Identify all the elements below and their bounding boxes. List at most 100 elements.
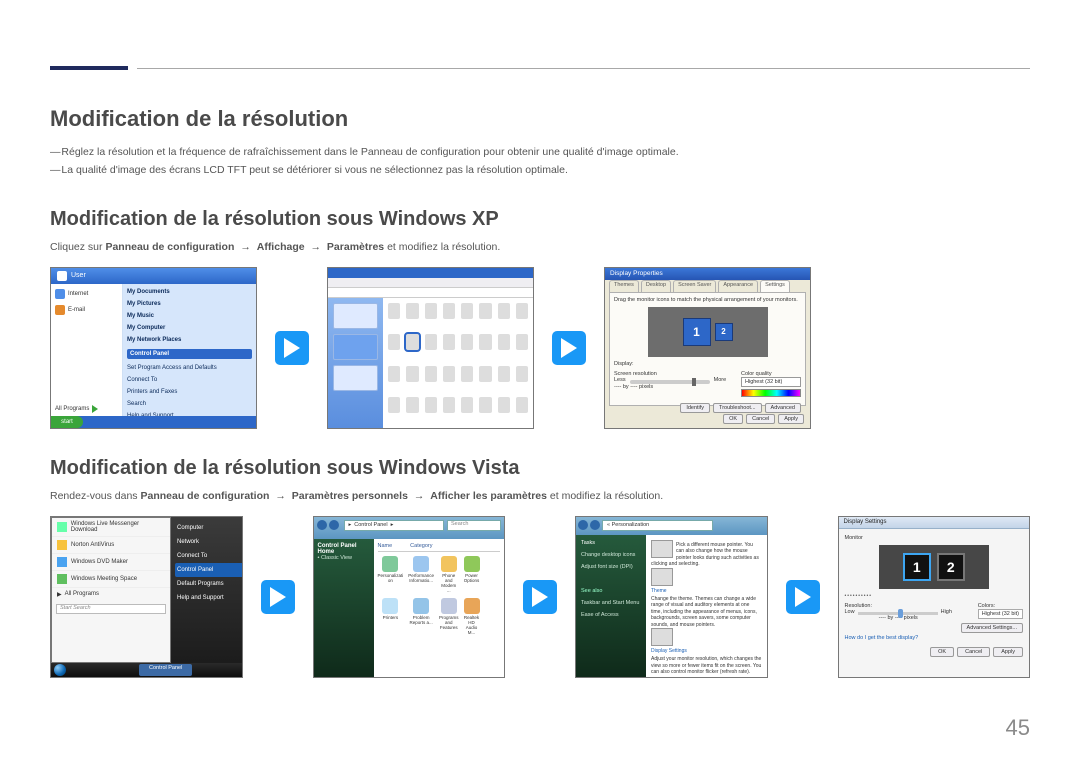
- ok-button: OK: [930, 647, 954, 657]
- header-rule: [137, 68, 1030, 69]
- dialog-title: Display Properties: [605, 268, 810, 280]
- dialog-title: Display Settings: [839, 517, 1030, 529]
- internet-item: Internet: [68, 291, 88, 297]
- see-also: See also: [581, 588, 641, 594]
- bold-parametres-personnels: Paramètres personnels: [292, 490, 408, 502]
- troubleshoot-button: Troubleshoot...: [713, 403, 761, 413]
- tab-screensaver: Screen Saver: [673, 280, 716, 292]
- personalization-icon: Personalizati on: [378, 573, 404, 583]
- arrow-right-icon: [552, 331, 586, 365]
- dvd-maker: Windows DVD Maker: [71, 559, 128, 565]
- color-dropdown: Highest (32 bit): [741, 377, 801, 387]
- screenshot-xp-control-panel: [327, 267, 534, 429]
- display-cp-icon: [406, 334, 418, 350]
- connect-to: Connect To: [127, 377, 252, 383]
- meeting-space: Windows Meeting Space: [71, 576, 137, 582]
- xp-screenshot-row: User Internet E-mail My Documents My Pic…: [50, 267, 1030, 429]
- drag-hint: Drag the monitor icons to match the phys…: [614, 297, 801, 303]
- text: Cliquez sur: [50, 241, 105, 253]
- bold-control-panel: Panneau de configuration: [140, 490, 269, 502]
- network: Network: [175, 535, 243, 549]
- taskbar-link: Taskbar and Start Menu: [581, 600, 641, 606]
- back-icon: [317, 520, 327, 530]
- search-box: Search: [447, 520, 501, 531]
- theme-desc: Change the theme. Themes can change a wi…: [651, 596, 762, 629]
- advanced-button: Advanced: [765, 403, 801, 413]
- monitor-2: 2: [715, 323, 733, 341]
- cancel-button: Cancel: [746, 414, 775, 424]
- connect-to: Connect To: [175, 549, 243, 563]
- norton: Norton AntiVirus: [71, 542, 114, 548]
- resolution-slider: [858, 612, 938, 615]
- control-panel-highlight: Control Panel: [127, 349, 252, 359]
- resolution-slider: [630, 380, 710, 384]
- monitor-preview: 1 2: [648, 307, 768, 357]
- search-item: Search: [127, 401, 252, 407]
- start-button: start: [51, 416, 83, 428]
- tasks-heading: Tasks: [581, 540, 641, 546]
- intro-line-1: Réglez la résolution et la fréquence de …: [50, 144, 1030, 162]
- fwd-icon: [329, 520, 339, 530]
- monitor-1: 1: [903, 553, 931, 581]
- display-label: Display:: [614, 361, 801, 367]
- start-orb-icon: [54, 664, 66, 676]
- tab-appearance: Appearance: [718, 280, 758, 292]
- monitor-preview: 1 2: [879, 545, 989, 589]
- my-computer: My Computer: [127, 325, 252, 331]
- text: et modifiez la résolution.: [550, 490, 663, 502]
- ease-link: Ease of Access: [581, 612, 641, 618]
- color-bar: [741, 389, 801, 397]
- arrow-icon: →: [311, 241, 322, 253]
- change-icons: Change desktop icons: [581, 552, 641, 558]
- default-programs: Default Programs: [175, 577, 243, 591]
- theme-link: Theme: [651, 588, 762, 594]
- all-programs: All Programs: [52, 588, 170, 601]
- display-settings-link: Display Settings: [651, 648, 762, 654]
- theme-icon: [651, 568, 673, 586]
- screenshot-vista-start-menu: Windows Live Messenger Download Norton A…: [50, 516, 243, 678]
- all-programs: All Programs: [55, 406, 89, 412]
- username: User: [71, 272, 86, 279]
- less-label: Less: [614, 377, 626, 383]
- set-program: Set Program Access and Defaults: [127, 365, 252, 371]
- bold-affichage: Affichage: [257, 241, 305, 253]
- arrow-icon: →: [275, 490, 286, 502]
- email-item: E-mail: [68, 307, 85, 313]
- pixels-text: ---- by ---- pixels: [614, 384, 726, 390]
- help-support: Help and Support: [175, 591, 243, 605]
- low-label: Low: [845, 609, 855, 615]
- arrow-icon: →: [240, 241, 251, 253]
- col-category: Category: [410, 543, 432, 549]
- triangle-icon: [92, 405, 98, 413]
- heading-main: Modification de la résolution: [50, 106, 1030, 132]
- start-search: Start Search: [56, 604, 166, 614]
- computer: Computer: [175, 521, 243, 535]
- display-icon: [651, 628, 673, 646]
- my-documents: My Documents: [127, 289, 252, 295]
- monitor-tab: Monitor: [845, 535, 1024, 541]
- vista-screenshot-row: Windows Live Messenger Download Norton A…: [50, 516, 1030, 678]
- arrow-right-icon: [523, 580, 557, 614]
- arrow-right-icon: [786, 580, 820, 614]
- printers-icon: Printers: [383, 615, 399, 620]
- phone-icon: Phone and Modem ...: [439, 573, 459, 593]
- screenshot-vista-control-panel: ▸Control Panel▸ Search Control Panel Hom…: [313, 516, 506, 678]
- xp-instructions: Cliquez sur Panneau de configuration → A…: [50, 241, 1030, 253]
- heading-xp: Modification de la résolution sous Windo…: [50, 208, 1030, 231]
- taskbar-control-panel: Control Panel: [139, 664, 192, 676]
- text: et modifiez la résolution.: [387, 241, 500, 253]
- live-messenger: Windows Live Messenger Download: [71, 521, 165, 533]
- tab-themes: Themes: [609, 280, 639, 292]
- cp-home: Control Panel Home: [318, 543, 357, 555]
- intro-line-2: La qualité d'image des écrans LCD TFT pe…: [50, 162, 1030, 180]
- performance-icon: Performance Informatio...: [408, 573, 434, 583]
- placeholder-dots: ••••••••••: [845, 593, 1024, 599]
- cancel-button: Cancel: [957, 647, 990, 657]
- breadcrumb: « Personalization: [602, 520, 713, 531]
- help-link: How do I get the best display?: [845, 635, 1024, 641]
- screenshot-xp-display-properties: Display Properties Themes Desktop Screen…: [604, 267, 811, 429]
- power-icon: Power Options: [464, 573, 480, 583]
- bold-parametres: Paramètres: [327, 241, 384, 253]
- breadcrumb: Control Panel: [354, 522, 387, 528]
- col-name: Name: [378, 543, 393, 549]
